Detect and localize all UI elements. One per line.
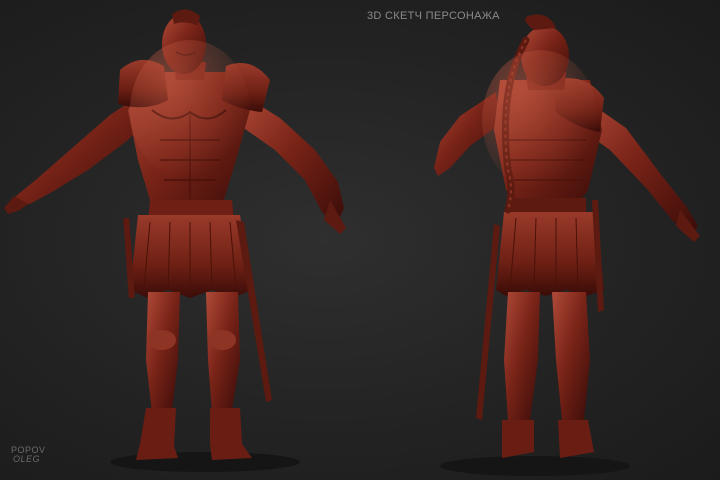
front-view-figure bbox=[4, 9, 346, 472]
signature-line-2: OLEG bbox=[13, 454, 41, 464]
sculpt-render bbox=[4, 9, 700, 476]
artist-signature: POPOV OLEG bbox=[11, 446, 46, 464]
back-view-figure bbox=[434, 14, 700, 476]
caption-title: 3D СКЕТЧ ПЕРСОНАЖА bbox=[367, 10, 500, 22]
